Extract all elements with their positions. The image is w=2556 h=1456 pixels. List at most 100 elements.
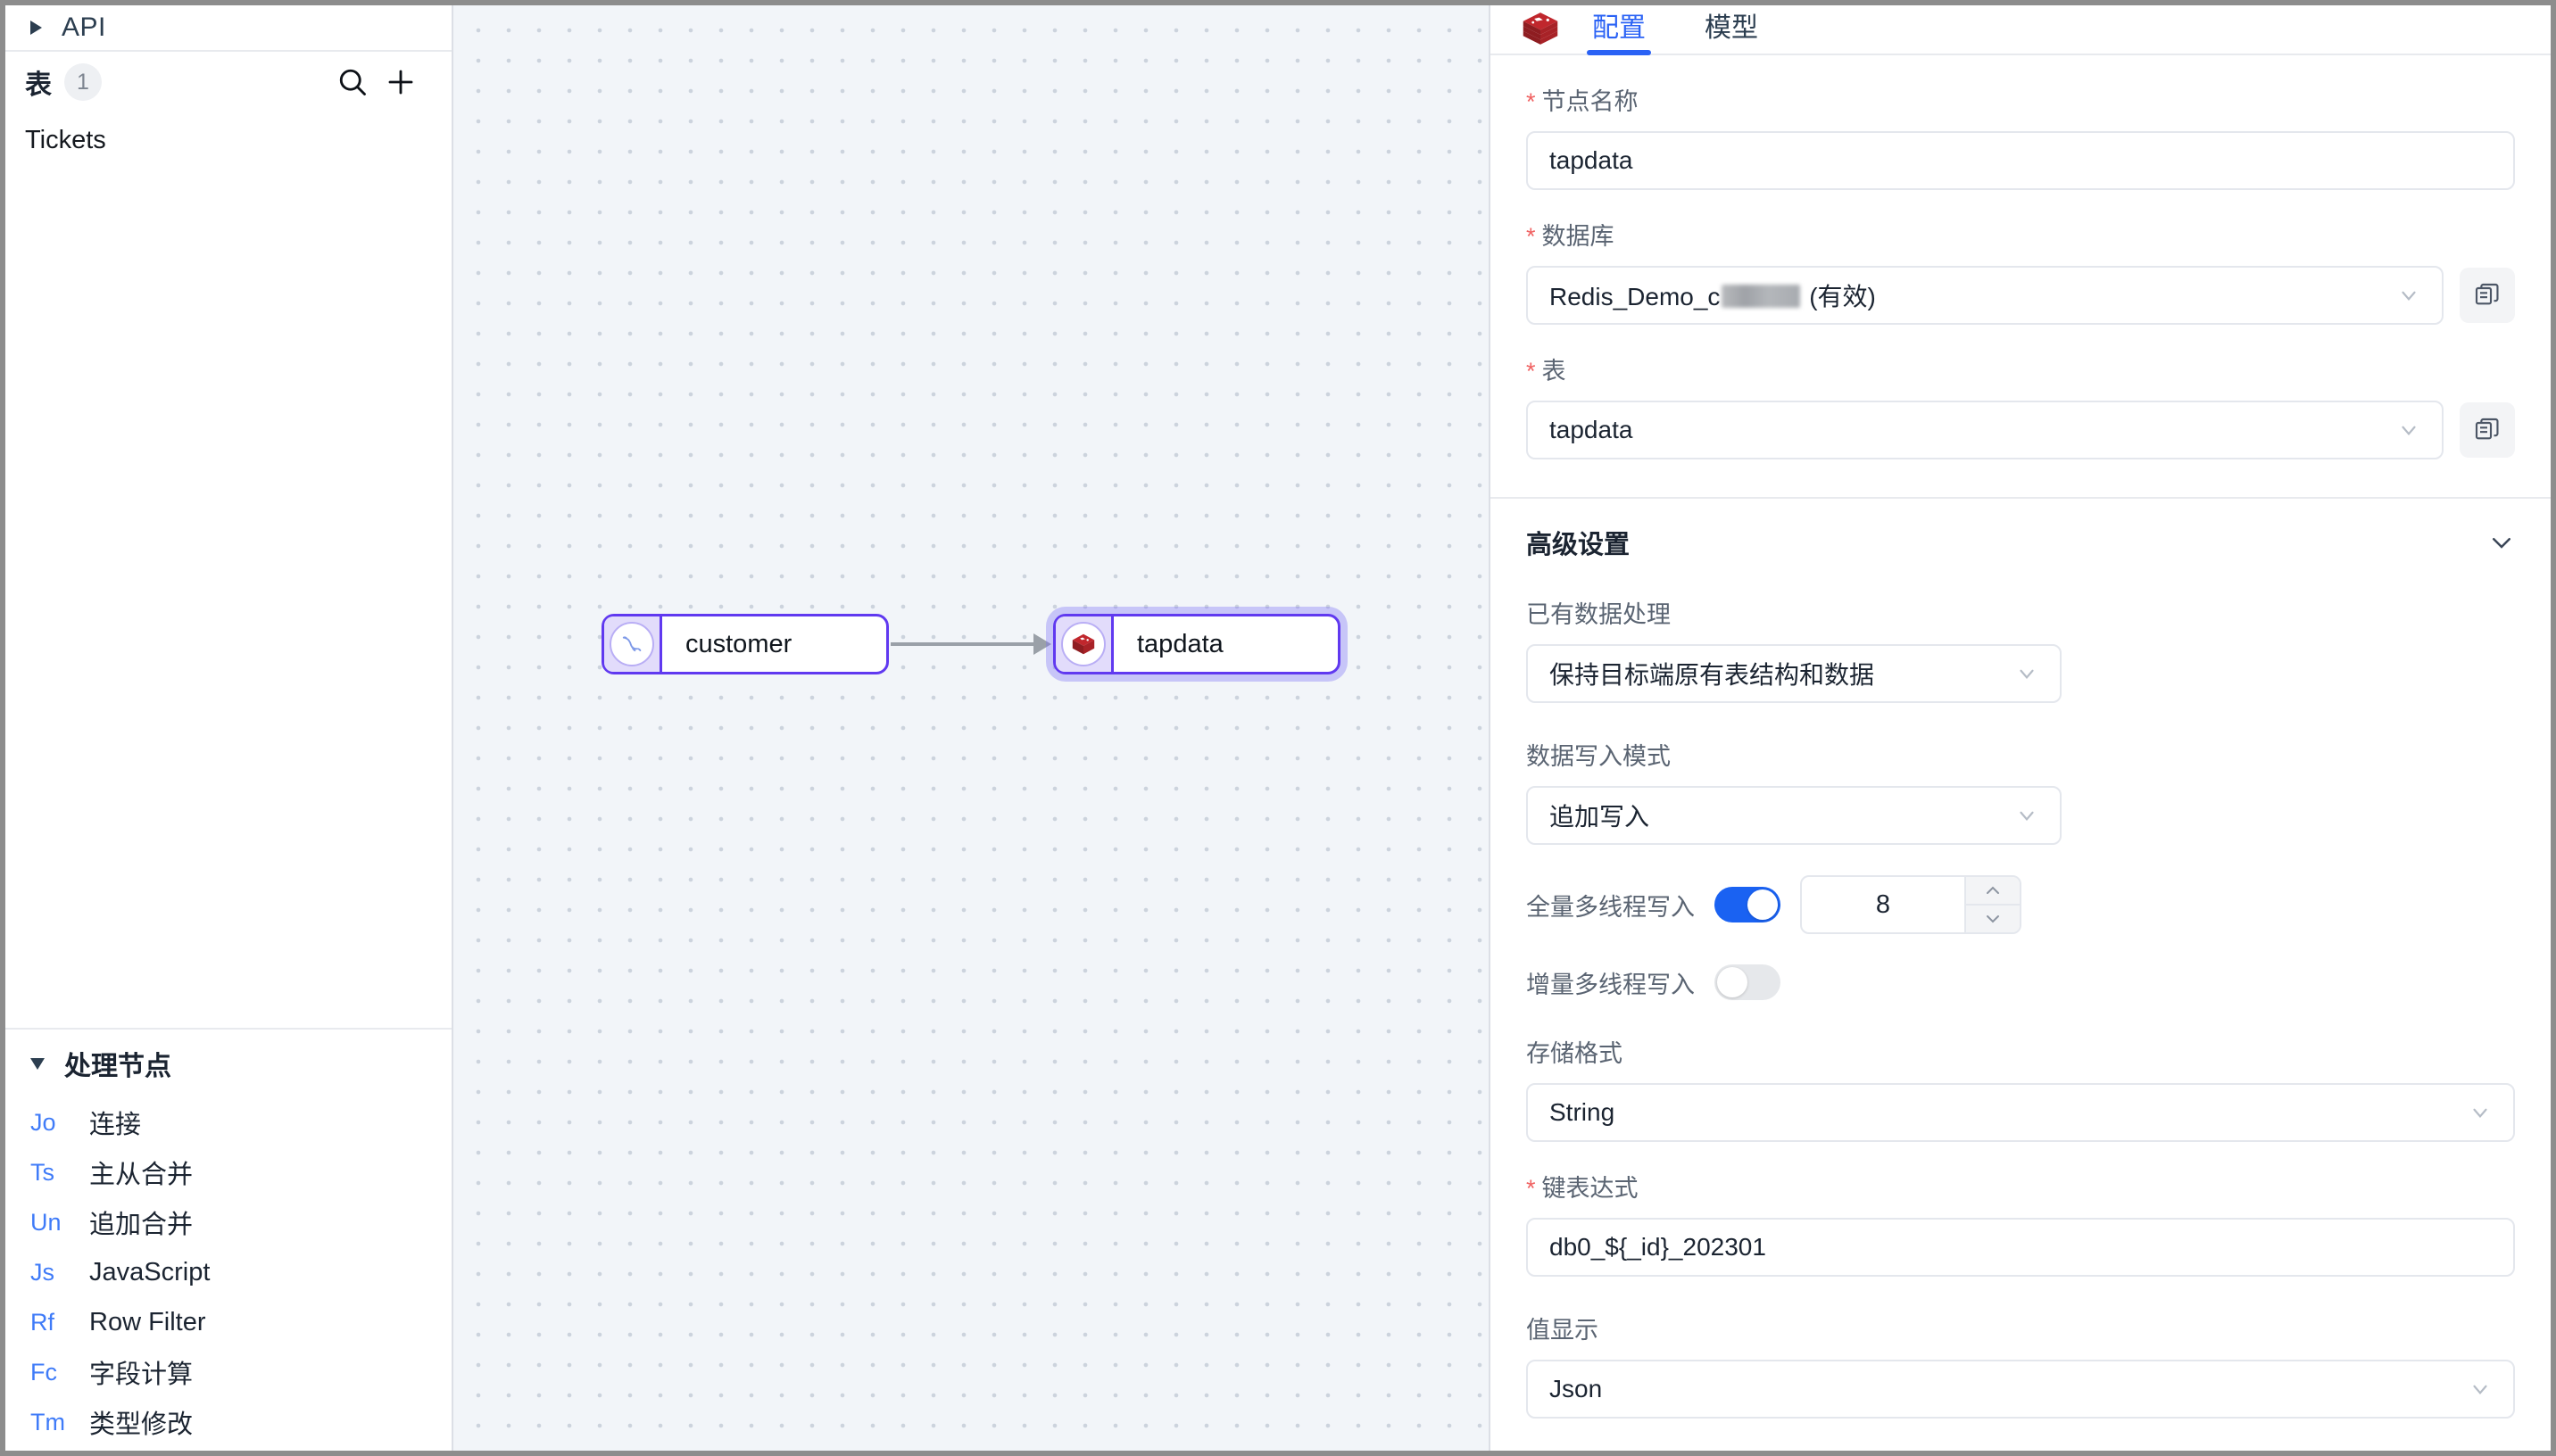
plus-icon[interactable] — [377, 58, 425, 106]
redis-cube-icon — [1517, 7, 1564, 50]
storage-format-label: 存储格式 — [1526, 1034, 2515, 1069]
node-label: JavaScript — [89, 1258, 210, 1287]
processing-nodes-header[interactable]: 处理节点 — [5, 1030, 452, 1097]
toggle-knob — [1747, 889, 1778, 920]
existing-data-value: 保持目标端原有表结构和数据 — [1549, 656, 2003, 691]
database-select[interactable]: Redis_Demo_c (有效) — [1526, 266, 2444, 325]
copy-icon[interactable] — [2460, 268, 2515, 323]
value-display-select[interactable]: Json — [1526, 1360, 2515, 1419]
chevron-down-icon[interactable] — [2015, 662, 2038, 685]
database-value: Redis_Demo_c (有效) — [1549, 277, 2385, 313]
flow-node-source-label: customer — [662, 616, 815, 672]
processing-node-javascript[interactable]: Js JavaScript — [5, 1247, 452, 1297]
node-name-value: tapdata — [1549, 146, 1632, 175]
full-multithread-row: 全量多线程写入 8 — [1526, 875, 2515, 934]
value-display-value: Json — [1549, 1375, 2456, 1403]
incremental-multithread-toggle[interactable] — [1714, 964, 1780, 1000]
storage-format-value: String — [1549, 1098, 2456, 1127]
database-value-suffix: (有效) — [1802, 283, 1875, 310]
node-code: Ts — [30, 1159, 86, 1187]
mysql-dolphin-icon — [610, 622, 654, 666]
tables-title: 表 — [25, 62, 52, 102]
chevron-down-icon[interactable] — [2397, 284, 2420, 307]
tables-count-badge: 1 — [64, 63, 102, 101]
existing-data-select[interactable]: 保持目标端原有表结构和数据 — [1526, 644, 2062, 703]
node-label: 连接 — [89, 1104, 141, 1141]
chevron-down-icon[interactable] — [2015, 804, 2038, 827]
key-expression-input[interactable]: db0_${_id}_202301 — [1526, 1218, 2515, 1277]
node-name-row: tapdata — [1526, 131, 2515, 190]
full-multithread-toggle[interactable] — [1714, 887, 1780, 922]
key-expression-label: * 键表达式 — [1526, 1169, 2515, 1204]
api-label: API — [62, 12, 106, 43]
required-asterisk: * — [1526, 360, 1536, 384]
flow-edge — [891, 642, 1036, 646]
sidebar-item-api[interactable]: API — [5, 5, 452, 52]
node-code: Jo — [30, 1109, 86, 1137]
panel-tabbar: 配置 模型 — [1490, 5, 2551, 55]
node-label: 类型修改 — [89, 1403, 193, 1441]
flow-node-source[interactable]: customer — [602, 614, 889, 674]
node-name-input[interactable]: tapdata — [1526, 131, 2515, 190]
required-asterisk: * — [1526, 90, 1536, 114]
processing-nodes-title: 处理节点 — [64, 1044, 171, 1083]
node-label: 主从合并 — [89, 1154, 193, 1191]
tab-model[interactable]: 模型 — [1699, 5, 1763, 54]
processing-node-field-calc[interactable]: Fc 字段计算 — [5, 1347, 452, 1397]
required-asterisk: * — [1526, 225, 1536, 249]
full-multithread-stepper[interactable]: 8 — [1800, 875, 2021, 934]
basic-config-form: * 节点名称 tapdata * 数据库 Redis_Demo_c (有效) — [1490, 82, 2551, 459]
flow-canvas[interactable]: customer tapdata — [453, 5, 1490, 1451]
full-multithread-label: 全量多线程写入 — [1526, 888, 1695, 922]
panel-body: * 节点名称 tapdata * 数据库 Redis_Demo_c (有效) — [1490, 55, 2551, 1451]
chevron-down-icon[interactable] — [1966, 906, 2020, 932]
processing-nodes-section: 处理节点 Jo 连接 Ts 主从合并 Un 追加合并 Js JavaScript… — [5, 1028, 452, 1451]
advanced-settings-header[interactable]: 高级设置 — [1490, 499, 2551, 561]
triangle-down-icon[interactable] — [30, 1058, 45, 1070]
chevron-up-icon[interactable] — [1966, 877, 2020, 906]
advanced-settings-title: 高级设置 — [1526, 524, 2488, 561]
left-sidebar: API 表 1 Tickets — [5, 5, 453, 1451]
processing-node-union[interactable]: Un 追加合并 — [5, 1197, 452, 1247]
chevron-down-icon[interactable] — [2488, 529, 2515, 556]
node-label: 追加合并 — [89, 1204, 193, 1241]
processing-node-join[interactable]: Jo 连接 — [5, 1097, 452, 1147]
node-config-panel: 配置 模型 * 节点名称 tapdata * 数据库 — [1490, 5, 2551, 1451]
database-value-prefix: Redis_Demo_c — [1549, 283, 1720, 310]
existing-data-label: 已有数据处理 — [1526, 595, 2515, 630]
storage-format-select[interactable]: String — [1526, 1083, 2515, 1142]
tables-section-header: 表 1 — [5, 52, 452, 112]
list-item[interactable]: Tickets — [5, 112, 452, 168]
redis-cube-icon — [1061, 622, 1106, 666]
node-code: Rf — [30, 1309, 86, 1336]
write-mode-label: 数据写入模式 — [1526, 737, 2515, 772]
flow-node-target-label: tapdata — [1114, 616, 1247, 672]
search-icon[interactable] — [328, 58, 377, 106]
triangle-right-icon[interactable] — [30, 21, 42, 35]
node-code: Un — [30, 1209, 86, 1237]
processing-node-row-filter[interactable]: Rf Row Filter — [5, 1297, 452, 1347]
app-window: API 表 1 Tickets — [0, 0, 2556, 1456]
tree-item-label: Tickets — [25, 126, 106, 155]
processing-node-master-slave-merge[interactable]: Ts 主从合并 — [5, 1147, 452, 1197]
incremental-multithread-label: 增量多线程写入 — [1526, 965, 1695, 1000]
database-row: Redis_Demo_c (有效) — [1526, 266, 2515, 325]
table-row: tapdata — [1526, 401, 2515, 459]
advanced-settings-form: 已有数据处理 保持目标端原有表结构和数据 数据写入模式 追加写入 全量多线程写入 — [1490, 595, 2551, 1419]
tab-config[interactable]: 配置 — [1587, 5, 1651, 54]
processing-node-type-modify[interactable]: Tm 类型修改 — [5, 1397, 452, 1447]
table-value: tapdata — [1549, 416, 2385, 444]
write-mode-select[interactable]: 追加写入 — [1526, 786, 2062, 845]
copy-icon[interactable] — [2460, 402, 2515, 458]
value-display-label: 值显示 — [1526, 1311, 2515, 1345]
chevron-down-icon[interactable] — [2469, 1377, 2492, 1401]
table-select[interactable]: tapdata — [1526, 401, 2444, 459]
flow-node-target[interactable]: tapdata — [1053, 614, 1340, 674]
toggle-knob — [1717, 967, 1747, 997]
stepper-arrows — [1964, 877, 2020, 932]
chevron-down-icon[interactable] — [2397, 418, 2420, 442]
chevron-down-icon[interactable] — [2469, 1101, 2492, 1124]
sidebar-spacer — [5, 168, 452, 1028]
node-label: 字段计算 — [89, 1353, 193, 1391]
node-label: Row Filter — [89, 1308, 206, 1337]
